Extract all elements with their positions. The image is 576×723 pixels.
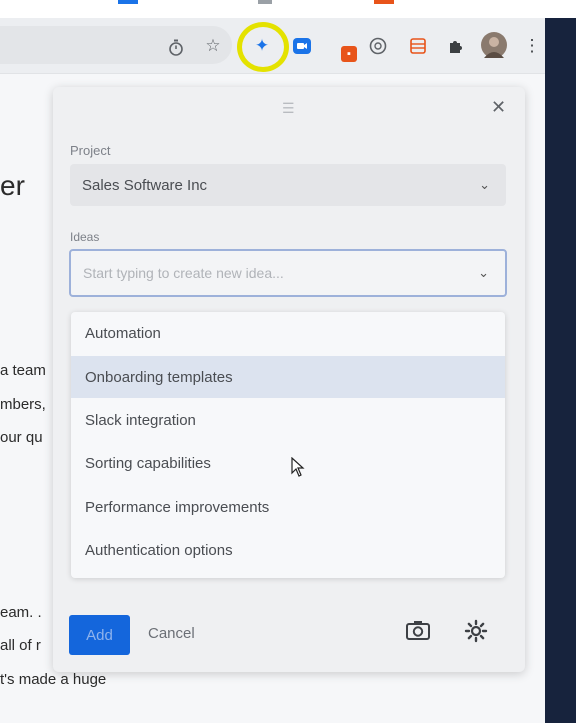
dropdown-option-authentication-options[interactable]: Authentication options: [71, 529, 505, 571]
dropdown-option-automation[interactable]: Automation: [71, 312, 505, 354]
grammar-icon[interactable]: [367, 35, 389, 57]
mouse-cursor-icon: [291, 456, 305, 482]
address-bar[interactable]: [0, 26, 232, 64]
layout-extension-icon[interactable]: [407, 35, 429, 57]
ideas-input-placeholder: Start typing to create new idea...: [83, 265, 284, 281]
page-fragment-red: [374, 0, 394, 4]
chevron-down-icon: ⌄: [479, 177, 490, 192]
dropdown-option-slack-integration[interactable]: Slack integration: [71, 399, 505, 441]
red-extension-icon[interactable]: ▪: [341, 46, 357, 62]
cancel-button[interactable]: Cancel: [148, 625, 195, 642]
project-label: Project: [70, 143, 111, 158]
dropdown-option-onboarding-templates[interactable]: Onboarding templates: [71, 356, 505, 398]
chevron-down-icon: ⌄: [478, 265, 489, 280]
timer-icon[interactable]: [165, 36, 187, 58]
page-text-line: t's made a huge: [0, 671, 107, 688]
puzzle-icon[interactable]: [445, 35, 467, 57]
page-text-line: a team: [0, 362, 46, 379]
page-heading-fragment: er: [0, 170, 25, 201]
create-idea-popup: ☰ ✕ Project Sales Software Inc ⌄ Ideas S…: [53, 87, 525, 672]
highlight-annotation: [237, 22, 289, 72]
project-select[interactable]: Sales Software Inc ⌄: [70, 164, 506, 206]
page-fragment-blue: [118, 0, 138, 4]
page-fragment-gray: [258, 0, 272, 4]
kebab-menu-icon[interactable]: ⋮: [524, 35, 541, 57]
project-select-value: Sales Software Inc: [82, 176, 208, 194]
drag-handle-icon[interactable]: ☰: [282, 100, 295, 117]
close-icon[interactable]: ✕: [491, 97, 506, 118]
page-top-strip: [0, 0, 576, 18]
ideas-dropdown-list: Automation Onboarding templates Slack in…: [71, 312, 505, 578]
dropdown-option-sorting-capabilities[interactable]: Sorting capabilities: [71, 442, 505, 484]
page-text-line: our qu: [0, 429, 43, 446]
screen-right-sidebar: [545, 18, 576, 723]
page-text-line: mbers,: [0, 396, 46, 413]
ideas-label: Ideas: [70, 230, 100, 244]
video-icon[interactable]: [290, 35, 314, 57]
ideas-input[interactable]: Start typing to create new idea... ⌄: [69, 249, 507, 297]
page-text-line: eam. .: [0, 604, 42, 621]
dropdown-option-performance-improvements[interactable]: Performance improvements: [71, 486, 505, 528]
avatar[interactable]: [481, 32, 507, 58]
page-text-line: all of r: [0, 637, 41, 654]
gear-icon[interactable]: [464, 619, 488, 649]
star-icon[interactable]: ☆: [202, 35, 224, 57]
camera-icon[interactable]: [405, 619, 431, 647]
add-button[interactable]: Add: [69, 615, 130, 655]
